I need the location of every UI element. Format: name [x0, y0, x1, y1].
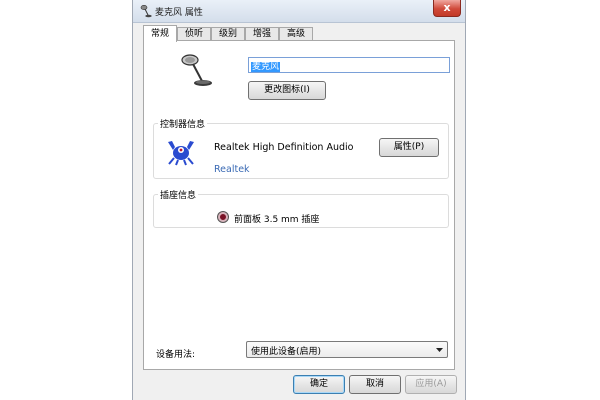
properties-dialog: 麦克风 属性 x 常规 侦听 级别 增强 高级 麦克风 更改图标(I) 控制器信…	[132, 0, 466, 400]
device-microphone-icon	[181, 54, 212, 86]
tab-listen[interactable]: 侦听	[177, 27, 211, 41]
general-tab-panel: 麦克风 更改图标(I) 控制器信息 Realtek High Definitio…	[143, 40, 455, 370]
title-bar[interactable]: 麦克风 属性 x	[133, 0, 465, 23]
controller-vendor: Realtek	[214, 164, 250, 175]
apply-button[interactable]: 应用(A)	[405, 375, 457, 394]
close-button[interactable]: x	[433, 0, 461, 17]
chevron-down-icon	[436, 348, 443, 352]
jack-info-legend: 插座信息	[158, 188, 199, 201]
device-name-value: 麦克风	[251, 62, 281, 72]
jack-color-icon	[218, 212, 228, 222]
device-usage-select[interactable]: 使用此设备(启用)	[246, 341, 448, 358]
tab-general[interactable]: 常规	[143, 25, 177, 42]
ok-button[interactable]: 确定	[293, 375, 345, 394]
tab-enhancements[interactable]: 增强	[245, 27, 279, 41]
jack-description: 前面板 3.5 mm 插座	[234, 215, 320, 225]
jack-info-group: 插座信息 前面板 3.5 mm 插座	[153, 188, 449, 228]
device-usage-value: 使用此设备(启用)	[251, 347, 322, 357]
tab-advanced[interactable]: 高级	[279, 27, 313, 41]
change-icon-button[interactable]: 更改图标(I)	[248, 81, 326, 100]
controller-info-legend: 控制器信息	[158, 117, 208, 130]
device-name-input[interactable]: 麦克风	[248, 57, 450, 73]
tab-levels[interactable]: 级别	[211, 27, 245, 41]
controller-info-group: 控制器信息 Realtek High Definition Audio Real…	[153, 117, 449, 179]
controller-properties-button[interactable]: 属性(P)	[379, 138, 439, 157]
microphone-icon	[140, 4, 152, 18]
window-title: 麦克风 属性	[155, 8, 203, 18]
device-usage-label: 设备用法:	[156, 350, 196, 360]
cancel-button[interactable]: 取消	[349, 375, 401, 394]
controller-name: Realtek High Definition Audio	[214, 142, 354, 153]
close-icon: x	[443, 1, 451, 14]
realtek-crab-icon	[168, 141, 194, 166]
